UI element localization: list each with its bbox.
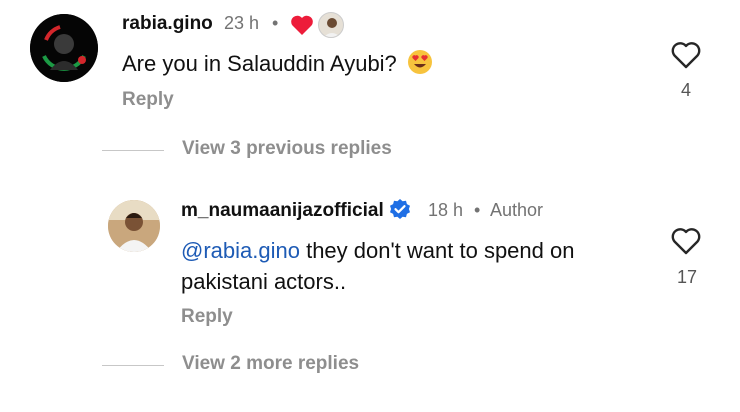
- comment-text: @rabia.gino they don't want to spend on …: [181, 235, 651, 297]
- view-previous-replies-label: View 3 previous replies: [182, 138, 392, 159]
- mention-link[interactable]: @rabia.gino: [181, 238, 300, 263]
- comment-rabia: rabia.gino 23 h • Are you in Salauddin A…: [0, 0, 740, 120]
- comment-line-2: pakistani actors..: [181, 269, 347, 294]
- divider-line: [102, 365, 164, 366]
- comment-time: 18 h: [428, 200, 464, 220]
- verified-badge-icon: [388, 198, 412, 222]
- profile-picture: [30, 14, 98, 82]
- username[interactable]: rabia.gino: [122, 13, 213, 35]
- like-count: 4: [680, 80, 691, 100]
- profile-picture: [108, 200, 160, 252]
- comment-text-content: Are you in Salauddin Ayubi?: [122, 51, 397, 76]
- reply-button[interactable]: Reply: [181, 306, 233, 328]
- comment-text-part: they don't want to spend on: [299, 238, 575, 263]
- username[interactable]: m_naumaanijazofficial: [181, 200, 384, 222]
- view-previous-replies[interactable]: View 3 previous replies: [102, 138, 422, 162]
- view-more-replies[interactable]: View 2 more replies: [102, 353, 422, 377]
- view-more-replies-label: View 2 more replies: [182, 353, 360, 374]
- separator-dot: •: [272, 13, 279, 33]
- comment-naumaan: m_naumaanijazofficial 18 h • Author @rab…: [0, 190, 740, 340]
- heart-outline-icon[interactable]: [670, 226, 702, 256]
- comment-line-1: @rabia.gino they don't want to spend on: [181, 235, 651, 266]
- heart-eyes-emoji-icon: [407, 49, 433, 75]
- author-badge: Author: [490, 200, 544, 220]
- like-count: 17: [676, 267, 698, 287]
- separator-dot: •: [474, 200, 481, 220]
- avatar[interactable]: [30, 14, 98, 82]
- small-user-avatar: [318, 12, 344, 38]
- red-heart-icon: [290, 14, 314, 36]
- heart-outline-icon[interactable]: [670, 40, 702, 70]
- divider-line: [102, 150, 164, 151]
- comment-text: Are you in Salauddin Ayubi?: [122, 48, 433, 79]
- comment-time: 23 h: [224, 13, 260, 33]
- reply-button[interactable]: Reply: [122, 89, 174, 111]
- avatar[interactable]: [108, 200, 160, 252]
